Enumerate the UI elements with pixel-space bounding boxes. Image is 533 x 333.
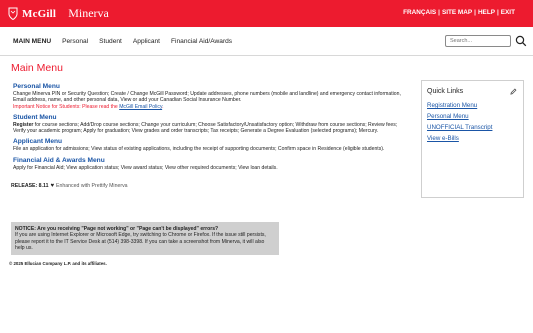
student-menu-link[interactable]: Student Menu <box>13 114 403 122</box>
applicant-menu-description: File an application for admissions; View… <box>13 146 385 153</box>
help-link[interactable]: HELP <box>478 9 495 16</box>
francais-link[interactable]: FRANÇAIS <box>403 9 436 16</box>
nav-applicant[interactable]: Applicant <box>133 38 160 45</box>
financial-aid-menu-link[interactable]: Financial Aid & Awards Menu <box>13 157 403 165</box>
mcgill-shield-icon <box>8 7 18 20</box>
heart-icon: ♥ <box>50 183 55 189</box>
quick-link-personal-menu[interactable]: Personal Menu <box>427 113 492 120</box>
applicant-menu-link[interactable]: Applicant Menu <box>13 138 403 146</box>
separator: | <box>438 9 440 16</box>
applicant-menu-section: Applicant Menu File an application for a… <box>13 138 403 152</box>
student-menu-description-text: for course sections; Add/Drop course sec… <box>13 121 398 135</box>
search-icon[interactable] <box>515 35 527 47</box>
app-name: Minerva <box>68 6 109 20</box>
quick-links-title: Quick Links <box>427 88 464 95</box>
top-bar: McGill Minerva FRANÇAIS | SITE MAP | HEL… <box>0 0 533 27</box>
personal-menu-link[interactable]: Personal Menu <box>13 83 403 91</box>
release-info: RELEASE: 8.11 ♥ Enhanced with Prettify M… <box>11 183 128 189</box>
separator: | <box>474 9 476 16</box>
student-menu-description: Register for course sections; Add/Drop c… <box>13 122 403 135</box>
quick-links-list: Registration Menu Personal Menu UNOFFICI… <box>427 102 492 147</box>
quick-links-panel: Quick Links Registration Menu Personal M… <box>421 80 524 198</box>
notice-prefix: Important Notice for Students: Please re… <box>13 103 120 110</box>
search-input[interactable] <box>445 35 511 47</box>
personal-menu-section: Personal Menu Change Minerva PIN or Secu… <box>13 83 403 110</box>
notice-suffix: . <box>162 103 164 110</box>
mcgill-logo[interactable]: McGill Minerva <box>8 6 109 21</box>
pencil-icon[interactable] <box>510 88 517 95</box>
separator: | <box>496 9 499 16</box>
nav-main-menu[interactable]: MAIN MENU <box>13 38 51 45</box>
notice-body: If you are using Internet Explorer or Mi… <box>15 232 266 251</box>
copyright-text: © 2025 Ellucian Company L.P. and its aff… <box>9 261 107 266</box>
quick-link-registration-menu[interactable]: Registration Menu <box>427 102 492 109</box>
financial-aid-menu-description: Apply for Financial Aid; View applicatio… <box>13 164 278 171</box>
nav-student[interactable]: Student <box>99 38 122 45</box>
email-policy-notice: Important Notice for Students: Please re… <box>13 104 403 110</box>
site-map-link[interactable]: SITE MAP <box>442 9 472 16</box>
exit-link[interactable]: EXIT <box>501 9 515 16</box>
page-title: Main Menu <box>11 62 63 74</box>
release-label: RELEASE: 8.11 <box>11 183 49 189</box>
email-policy-link[interactable]: McGill Email Policy <box>119 104 162 110</box>
utility-links: FRANÇAIS | SITE MAP | HELP | EXIT <box>403 9 515 16</box>
nav-personal[interactable]: Personal <box>62 38 88 45</box>
menu-sections: Personal Menu Change Minerva PIN or Secu… <box>13 83 403 175</box>
logo-text: McGill <box>22 7 57 20</box>
nav-items: MAIN MENU Personal Student Applicant Fin… <box>13 38 243 45</box>
personal-menu-description: Change Minerva PIN or Security Question;… <box>13 91 401 104</box>
quick-link-view-ebills[interactable]: View e-Bills <box>427 135 492 142</box>
prettify-credit: Enhanced with Prettify Minerva <box>56 183 128 189</box>
quick-link-unofficial-transcript[interactable]: UNOFFICIAL Transcript <box>427 124 492 131</box>
student-menu-section: Student Menu Register for course section… <box>13 114 403 135</box>
financial-aid-menu-section: Financial Aid & Awards Menu Apply for Fi… <box>13 157 403 171</box>
nav-financial-aid[interactable]: Financial Aid/Awards <box>171 38 232 45</box>
browser-notice-box: NOTICE: Are you receiving "Page not work… <box>11 222 279 255</box>
register-text: Register <box>13 121 34 128</box>
